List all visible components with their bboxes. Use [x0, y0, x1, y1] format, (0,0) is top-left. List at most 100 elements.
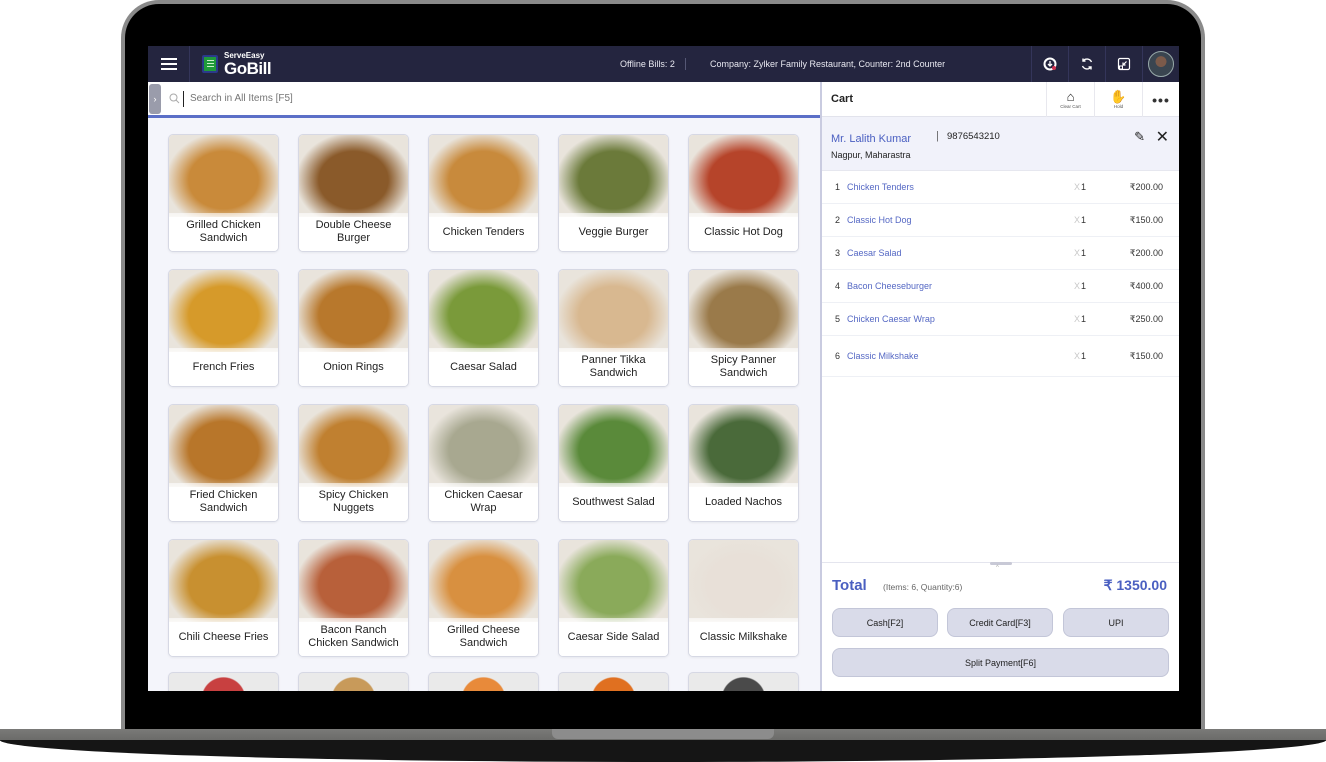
menu-item-card[interactable]: Grilled Chicken Sandwich — [168, 134, 279, 252]
menu-item-image — [429, 540, 538, 622]
sidebar-expand-handle[interactable]: › — [149, 83, 161, 114]
menu-icon — [160, 63, 177, 65]
exit-fullscreen-icon — [1117, 57, 1131, 71]
download-sync-button[interactable] — [1031, 46, 1068, 82]
line-item-name[interactable]: Classic Hot Dog — [847, 215, 912, 225]
clear-cart-button[interactable]: ⌂ Clear Cart — [1046, 82, 1094, 117]
credit-card-button[interactable]: Credit Card[F3] — [947, 608, 1053, 637]
exit-fullscreen-button[interactable] — [1105, 46, 1142, 82]
cart-line-item[interactable]: 3 Caesar Salad X1 ₹200.00 — [822, 237, 1179, 270]
edit-customer-icon[interactable]: ✎ — [1134, 129, 1145, 145]
menu-item-card[interactable]: Chili Cheese Fries — [168, 539, 279, 657]
menu-item-name: Loaded Nachos — [689, 483, 798, 521]
menu-item-name: French Fries — [169, 348, 278, 386]
menu-item-name: Bacon Ranch Chicken Sandwich — [299, 618, 408, 656]
menu-item-image — [169, 270, 278, 352]
total-amount: ₹ 1350.00 — [1103, 577, 1167, 593]
split-payment-button[interactable]: Split Payment[F6] — [832, 648, 1169, 677]
more-options-button[interactable]: ••• — [1142, 82, 1179, 117]
offline-bills-status[interactable]: Offline Bills: 2 — [620, 59, 675, 69]
search-input[interactable] — [190, 93, 690, 104]
hold-button[interactable]: ✋ Hold — [1094, 82, 1142, 117]
menu-item-card[interactable]: Onion Rings — [298, 269, 409, 387]
menu-item-card-partial[interactable] — [688, 672, 799, 691]
line-item-name[interactable]: Chicken Tenders — [847, 182, 914, 192]
line-number: 4 — [835, 281, 841, 291]
line-quantity[interactable]: X1 — [1074, 314, 1086, 324]
menu-item-card-partial[interactable] — [168, 672, 279, 691]
line-quantity[interactable]: X1 — [1074, 215, 1086, 225]
multiply-icon: X — [1074, 281, 1081, 291]
refresh-button[interactable] — [1068, 46, 1105, 82]
menu-item-card[interactable]: Fried Chicken Sandwich — [168, 404, 279, 522]
cart-line-item[interactable]: 5 Chicken Caesar Wrap X1 ₹250.00 — [822, 303, 1179, 336]
app-screen: ServeEasy GoBill Offline Bills: 2 Compan… — [148, 46, 1179, 691]
menu-item-image — [429, 270, 538, 352]
total-summary: (Items: 6, Quantity:6) — [883, 582, 963, 592]
menu-item-card[interactable]: Classic Hot Dog — [688, 134, 799, 252]
search-icon — [169, 93, 180, 104]
menu-item-name: Double Cheese Burger — [299, 213, 408, 251]
menu-item-card[interactable]: French Fries — [168, 269, 279, 387]
laptop-notch — [552, 729, 774, 739]
menu-item-card[interactable]: Caesar Side Salad — [558, 539, 669, 657]
cart-line-item[interactable]: 2 Classic Hot Dog X1 ₹150.00 — [822, 204, 1179, 237]
cart-title: Cart — [831, 93, 854, 105]
menu-item-image — [689, 270, 798, 352]
profile-button[interactable] — [1142, 46, 1179, 82]
menu-item-card-partial[interactable] — [428, 672, 539, 691]
menu-item-card[interactable]: Bacon Ranch Chicken Sandwich — [298, 539, 409, 657]
menu-item-card[interactable]: Caesar Salad — [428, 269, 539, 387]
line-price: ₹200.00 — [1129, 247, 1163, 258]
menu-item-card[interactable]: Spicy Chicken Nuggets — [298, 404, 409, 522]
cart-line-item[interactable]: 6 Classic Milkshake X1 ₹150.00 — [822, 336, 1179, 377]
menu-item-card[interactable]: Loaded Nachos — [688, 404, 799, 522]
laptop-base-shadow — [0, 740, 1326, 762]
cash-button[interactable]: Cash[F2] — [832, 608, 938, 637]
menu-item-name: Classic Hot Dog — [689, 213, 798, 251]
drag-handle[interactable] — [990, 562, 1012, 565]
total-label: Total — [832, 577, 867, 594]
cart-line-item[interactable]: 4 Bacon Cheeseburger X1 ₹400.00 — [822, 270, 1179, 303]
multiply-icon: X — [1074, 314, 1081, 324]
multiply-icon: X — [1074, 182, 1081, 192]
menu-item-name: Grilled Cheese Sandwich — [429, 618, 538, 656]
menu-item-image — [429, 405, 538, 487]
line-item-name[interactable]: Chicken Caesar Wrap — [847, 314, 935, 324]
line-quantity[interactable]: X1 — [1074, 248, 1086, 258]
menu-item-card[interactable]: Spicy Panner Sandwich — [688, 269, 799, 387]
menu-item-image — [689, 405, 798, 487]
line-quantity[interactable]: X1 — [1074, 182, 1086, 192]
divider — [685, 58, 686, 70]
menu-item-card[interactable]: Chicken Caesar Wrap — [428, 404, 539, 522]
company-counter-info: Company: Zylker Family Restaurant, Count… — [710, 59, 946, 69]
line-item-name[interactable]: Classic Milkshake — [847, 351, 919, 361]
line-price: ₹150.00 — [1129, 214, 1163, 225]
line-item-name[interactable]: Bacon Cheeseburger — [847, 281, 932, 291]
line-number: 2 — [835, 215, 841, 225]
upi-button[interactable]: UPI — [1063, 608, 1169, 637]
menu-item-card[interactable]: Southwest Salad — [558, 404, 669, 522]
text-cursor — [183, 90, 184, 107]
menu-item-card-partial[interactable] — [298, 672, 409, 691]
menu-item-card[interactable]: Grilled Cheese Sandwich — [428, 539, 539, 657]
menu-item-card[interactable]: Classic Milkshake — [688, 539, 799, 657]
cart-line-item[interactable]: 1 Chicken Tenders X1 ₹200.00 — [822, 171, 1179, 204]
menu-item-name: Chicken Tenders — [429, 213, 538, 251]
line-quantity[interactable]: X1 — [1074, 281, 1086, 291]
menu-item-name: Onion Rings — [299, 348, 408, 386]
line-number: 3 — [835, 248, 841, 258]
line-quantity[interactable]: X1 — [1074, 351, 1086, 361]
menu-item-card[interactable]: Veggie Burger — [558, 134, 669, 252]
menu-item-image — [429, 135, 538, 217]
menu-item-card[interactable]: Chicken Tenders — [428, 134, 539, 252]
customer-name[interactable]: Mr. Lalith Kumar — [831, 133, 911, 145]
menu-item-card[interactable]: Panner Tikka Sandwich — [558, 269, 669, 387]
menu-button[interactable] — [148, 46, 190, 82]
cart-header: Cart ⌂ Clear Cart ✋ Hold ••• — [822, 82, 1179, 117]
menu-item-card[interactable]: Double Cheese Burger — [298, 134, 409, 252]
remove-customer-icon[interactable]: ✕ — [1156, 127, 1169, 147]
menu-item-card-partial[interactable] — [558, 672, 669, 691]
quantity-value: 1 — [1081, 314, 1087, 324]
line-item-name[interactable]: Caesar Salad — [847, 248, 902, 258]
